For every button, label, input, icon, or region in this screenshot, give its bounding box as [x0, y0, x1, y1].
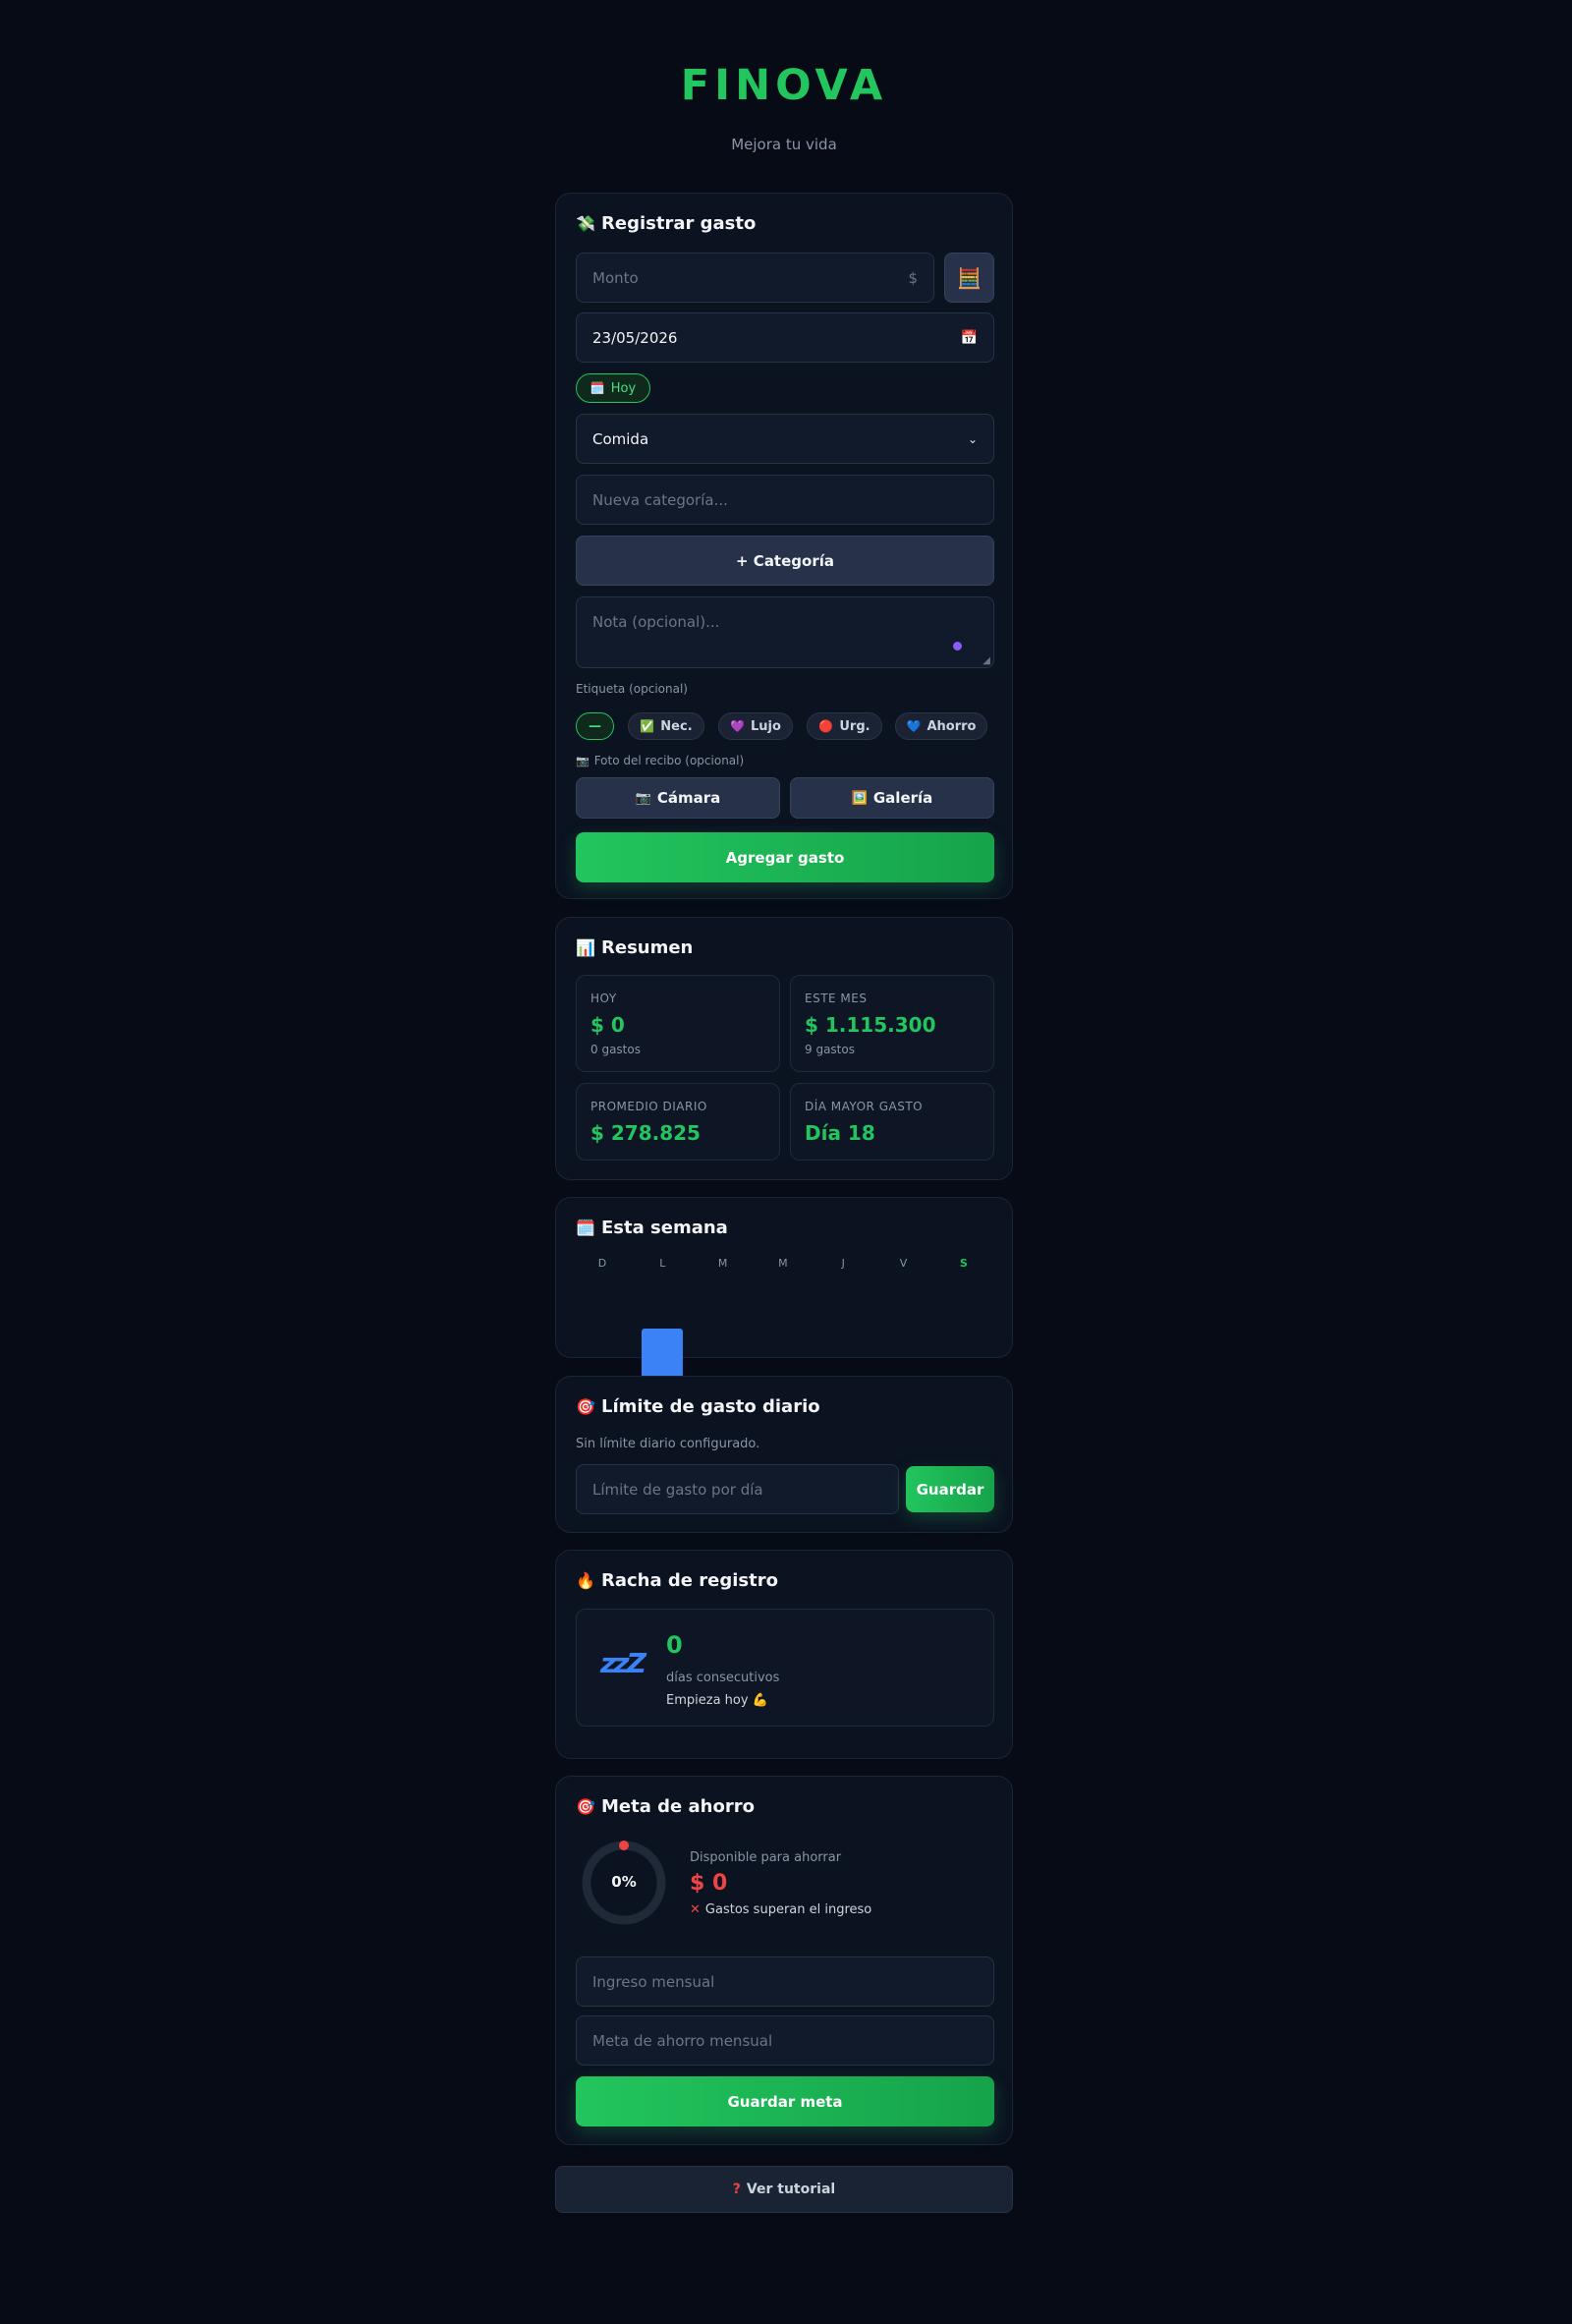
calendar-picker-icon[interactable]: 📅 [961, 330, 978, 346]
gallery-button[interactable]: 🖼️ Galería [790, 777, 994, 819]
streak-motivation: Empieza hoy 💪 [666, 1693, 768, 1708]
bar-chart-icon: 📊 [576, 938, 595, 957]
cross-icon: ✕ [690, 1902, 701, 1917]
savings-goal-card: 🎯 Meta de ahorro 0% Disponible para ahor… [555, 1776, 1013, 2145]
stat-top-day: DÍA MAYOR GASTO Día 18 [790, 1083, 994, 1161]
calculator-button[interactable]: 🧮 [944, 253, 994, 303]
chevron-down-icon: ⌄ [967, 431, 978, 446]
amount-placeholder: Monto [592, 268, 639, 287]
available-label: Disponible para ahorrar [690, 1850, 842, 1865]
savings-percent: 0% [611, 1873, 637, 1891]
add-expense-button[interactable]: Agregar gasto [576, 832, 994, 882]
currency-symbol: $ [908, 268, 918, 287]
week-day-label: S [959, 1257, 968, 1270]
note-textarea[interactable]: Nota (opcional)... ◢ [576, 596, 994, 668]
daily-limit-card: 🎯 Límite de gasto diario Sin límite diar… [555, 1376, 1013, 1533]
week-bar [642, 1329, 684, 1380]
question-icon: ? [732, 2182, 741, 2197]
register-expense-card: 💸 Registrar gasto Monto $ 🧮 23/05/2026 📅… [555, 193, 1013, 899]
summary-card: 📊 Resumen HOY $ 0 0 gastos ESTE MES $ 1.… [555, 917, 1013, 1180]
tag-row: — ✅ Nec. 💜 Lujo 🔴 Urg. 💙 Ahorro [576, 712, 994, 740]
new-category-input[interactable]: Nueva categoría... [576, 475, 994, 525]
status-dot [953, 642, 962, 651]
summary-title: 📊 Resumen [576, 937, 694, 958]
amount-input[interactable]: Monto $ [576, 253, 934, 303]
week-day-label: M [717, 1257, 728, 1270]
streak-card: 🔥 Racha de registro zzZ 0 días consecuti… [555, 1550, 1013, 1759]
red-circle-icon: 🔴 [818, 719, 834, 733]
streak-count: 0 [666, 1631, 683, 1659]
savings-ring: 0% [581, 1840, 667, 1926]
add-category-button[interactable]: + Categoría [576, 536, 994, 586]
calculator-icon: 🧮 [957, 265, 982, 290]
stat-today: HOY $ 0 0 gastos [576, 975, 780, 1072]
week-day-label: M [778, 1257, 788, 1270]
money-wings-icon: 💸 [576, 214, 595, 233]
camera-icon: 📷 [576, 754, 590, 767]
resize-handle-icon[interactable]: ◢ [982, 655, 990, 666]
sleeping-icon: zzZ [600, 1647, 646, 1679]
calendar-icon: 🗓️ [576, 1219, 595, 1237]
save-limit-button[interactable]: Guardar [906, 1466, 994, 1512]
camera-button[interactable]: 📷 Cámara [576, 777, 780, 819]
limit-title: 🎯 Límite de gasto diario [576, 1396, 820, 1417]
brand-logo: FINOVA [680, 61, 888, 110]
monthly-income-input[interactable]: Ingreso mensual [576, 1956, 994, 2007]
receipt-label: 📷 Foto del recibo (opcional) [576, 754, 745, 767]
tag-luxury[interactable]: 💜 Lujo [718, 712, 793, 740]
week-day-label: D [597, 1257, 607, 1270]
tag-urgent[interactable]: 🔴 Urg. [807, 712, 882, 740]
target-icon: 🎯 [576, 1397, 595, 1416]
tag-savings[interactable]: 💙 Ahorro [895, 712, 987, 740]
monthly-goal-input[interactable]: Meta de ahorro mensual [576, 2015, 994, 2066]
streak-title: 🔥 Racha de registro [576, 1570, 778, 1591]
tag-none[interactable]: — [576, 712, 614, 740]
tag-necessary[interactable]: ✅ Nec. [628, 712, 704, 740]
week-day-label: J [841, 1257, 845, 1270]
tag-label: Etiqueta (opcional) [576, 682, 688, 696]
date-input[interactable]: 23/05/2026 📅 [576, 312, 994, 363]
week-day-label: L [659, 1257, 666, 1270]
check-icon: ✅ [640, 719, 655, 733]
calendar-icon: 🗓️ [590, 381, 605, 395]
stat-month: ESTE MES $ 1.115.300 9 gastos [790, 975, 994, 1072]
camera-icon: 📷 [635, 790, 651, 806]
savings-warning: ✕ Gastos superan el ingreso [690, 1902, 872, 1917]
tutorial-button[interactable]: ? Ver tutorial [555, 2166, 1013, 2213]
streak-caption: días consecutivos [666, 1671, 780, 1685]
picture-icon: 🖼️ [851, 790, 868, 806]
save-goal-button[interactable]: Guardar meta [576, 2076, 994, 2126]
streak-panel: zzZ 0 días consecutivos Empieza hoy 💪 [576, 1609, 994, 1727]
register-title: 💸 Registrar gasto [576, 213, 757, 234]
week-day-label: V [899, 1257, 908, 1270]
week-title: 🗓️ Esta semana [576, 1218, 728, 1238]
limit-status: Sin límite diario configurado. [576, 1437, 760, 1451]
blue-heart-icon: 💙 [906, 719, 922, 733]
category-select[interactable]: Comida ⌄ [576, 414, 994, 464]
available-value: $ 0 [690, 1871, 728, 1896]
daily-limit-input[interactable]: Límite de gasto por día [576, 1464, 899, 1514]
savings-title: 🎯 Meta de ahorro [576, 1796, 755, 1817]
target-icon: 🎯 [576, 1797, 595, 1816]
today-chip[interactable]: 🗓️ Hoy [576, 373, 650, 403]
tagline: Mejora tu vida [731, 136, 837, 153]
stat-daily-average: PROMEDIO DIARIO $ 278.825 [576, 1083, 780, 1161]
week-card: 🗓️ Esta semana D60kL1014kMMJVS [555, 1197, 1013, 1396]
purple-heart-icon: 💜 [730, 719, 745, 733]
fire-icon: 🔥 [576, 1571, 595, 1590]
